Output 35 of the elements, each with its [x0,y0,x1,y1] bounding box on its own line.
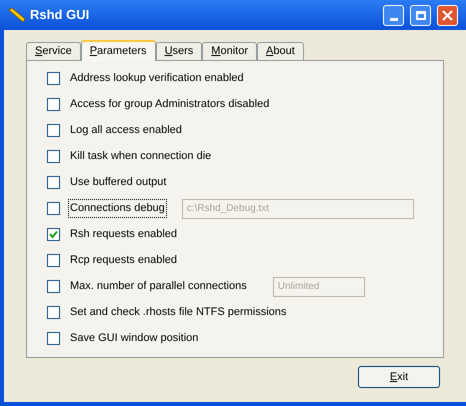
checkbox[interactable] [47,150,60,163]
tab[interactable]: Users [156,42,202,60]
checkbox[interactable] [47,124,60,137]
checkbox-label: Connections debug [68,199,167,218]
tab[interactable]: Monitor [202,42,257,60]
checkbox-label: Rcp requests enabled [69,253,178,268]
tab[interactable]: About [257,42,304,60]
close-button[interactable] [437,4,458,26]
close-icon [442,10,453,20]
maximize-button[interactable] [410,4,431,26]
checkbox[interactable] [47,176,60,189]
tab[interactable]: Service [26,42,81,60]
checkbox[interactable] [47,332,60,345]
wrench-icon [8,7,26,23]
checkbox-label: Address lookup verification enabled [69,71,245,86]
check-icon [49,230,58,239]
checkbox-label: Set and check .rhosts file NTFS permissions [69,305,288,320]
checkbox[interactable] [47,228,60,241]
checkbox-label: Rsh requests enabled [69,227,178,242]
exit-button[interactable]: Exit [358,366,440,388]
checkbox[interactable] [47,306,60,319]
checkbox-label: Use buffered output [69,175,168,190]
checkbox-label: Max. number of parallel connections [69,279,248,294]
checkbox-label: Log all access enabled [69,123,183,138]
window-title: Rshd GUI [30,6,90,24]
checkbox[interactable] [47,72,60,85]
tab[interactable]: Parameters [80,40,156,61]
checkbox[interactable] [47,280,60,293]
checkbox[interactable] [47,98,60,111]
checkbox-label: Kill task when connection die [69,149,212,164]
minimize-button[interactable] [383,4,404,26]
checkbox[interactable] [47,202,60,215]
checkbox[interactable] [47,254,60,267]
checkbox-label: Access for group Administrators disabled [69,97,270,112]
checkbox-label: Save GUI window position [69,331,200,346]
